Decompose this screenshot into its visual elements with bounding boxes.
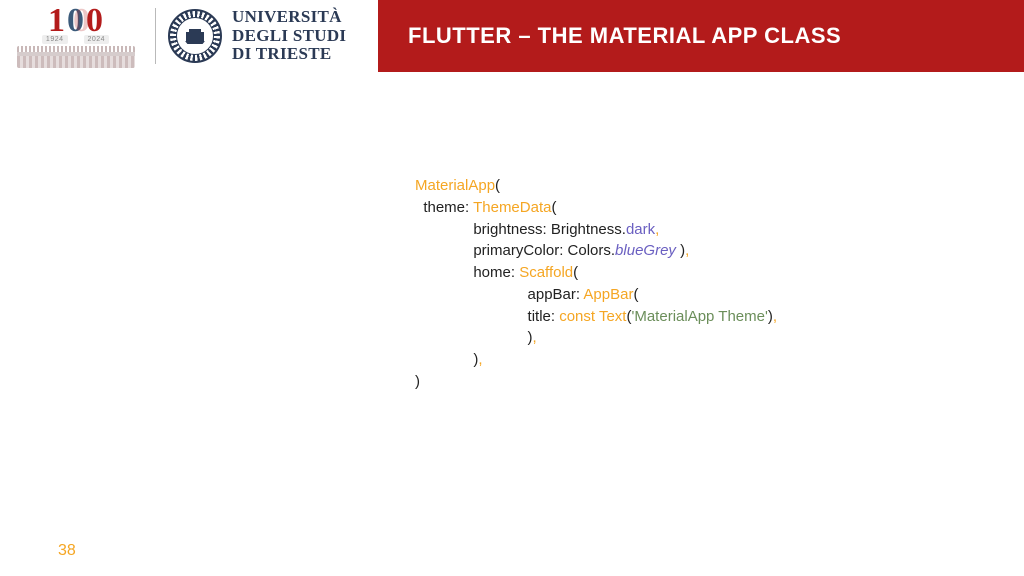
anniversary-logo: 1 0 0 1924 2024 bbox=[8, 4, 143, 68]
slide-header: 1 0 0 1924 2024 UNIVERSITÀ DEGLI STUDI D… bbox=[0, 0, 1024, 72]
code-token: , bbox=[773, 308, 777, 325]
code-token: Scaffold bbox=[519, 264, 573, 281]
code-token: ) bbox=[415, 351, 478, 368]
code-token: ( bbox=[633, 286, 638, 303]
title-bar: FLUTTER – THE MATERIAL APP CLASS bbox=[378, 0, 1024, 72]
code-token: ) bbox=[415, 329, 533, 346]
university-lockup: UNIVERSITÀ DEGLI STUDI DI TRIESTE bbox=[168, 8, 346, 63]
logo-separator bbox=[155, 8, 156, 64]
university-seal-icon bbox=[168, 9, 222, 63]
year-from: 1924 bbox=[42, 35, 68, 44]
code-token: ) bbox=[415, 373, 420, 390]
anniversary-digits: 1 0 0 bbox=[48, 4, 103, 38]
code-token: primaryColor: Colors. bbox=[415, 242, 615, 259]
code-token: , bbox=[685, 242, 689, 259]
page-number: 38 bbox=[58, 542, 76, 560]
code-token: AppBar bbox=[583, 286, 633, 303]
university-name-line1: UNIVERSITÀ bbox=[232, 8, 346, 26]
university-name-line3: DI TRIESTE bbox=[232, 45, 346, 63]
building-icon bbox=[17, 46, 135, 68]
code-token: appBar: bbox=[415, 286, 583, 303]
code-token: , bbox=[478, 351, 482, 368]
code-token: ThemeData bbox=[473, 199, 551, 216]
code-token: ( bbox=[551, 199, 556, 216]
code-token: , bbox=[655, 221, 659, 238]
code-token: , bbox=[533, 329, 537, 346]
digit-0-overlap: 0 bbox=[67, 4, 84, 38]
code-token: const bbox=[559, 308, 595, 325]
code-token: title: bbox=[415, 308, 559, 325]
code-token: dark bbox=[626, 221, 655, 238]
code-token: ( bbox=[495, 177, 500, 194]
code-token: home: bbox=[415, 264, 519, 281]
university-name: UNIVERSITÀ DEGLI STUDI DI TRIESTE bbox=[232, 8, 346, 63]
code-token: MaterialApp bbox=[415, 177, 495, 194]
code-token: ) bbox=[676, 242, 685, 259]
code-token: brightness: Brightness. bbox=[415, 221, 626, 238]
university-name-line2: DEGLI STUDI bbox=[232, 27, 346, 45]
code-snippet: MaterialApp( theme: ThemeData( brightnes… bbox=[415, 175, 777, 393]
code-token: theme: bbox=[415, 199, 473, 216]
code-token: ( bbox=[573, 264, 578, 281]
code-token: blueGrey bbox=[615, 242, 676, 259]
logo-block: 1 0 0 1924 2024 UNIVERSITÀ DEGLI STUDI D… bbox=[0, 0, 378, 72]
code-token: Text bbox=[599, 308, 627, 325]
slide-title: FLUTTER – THE MATERIAL APP CLASS bbox=[408, 23, 841, 49]
digit-1: 1 bbox=[48, 4, 65, 38]
code-token: 'MaterialApp Theme' bbox=[631, 308, 767, 325]
